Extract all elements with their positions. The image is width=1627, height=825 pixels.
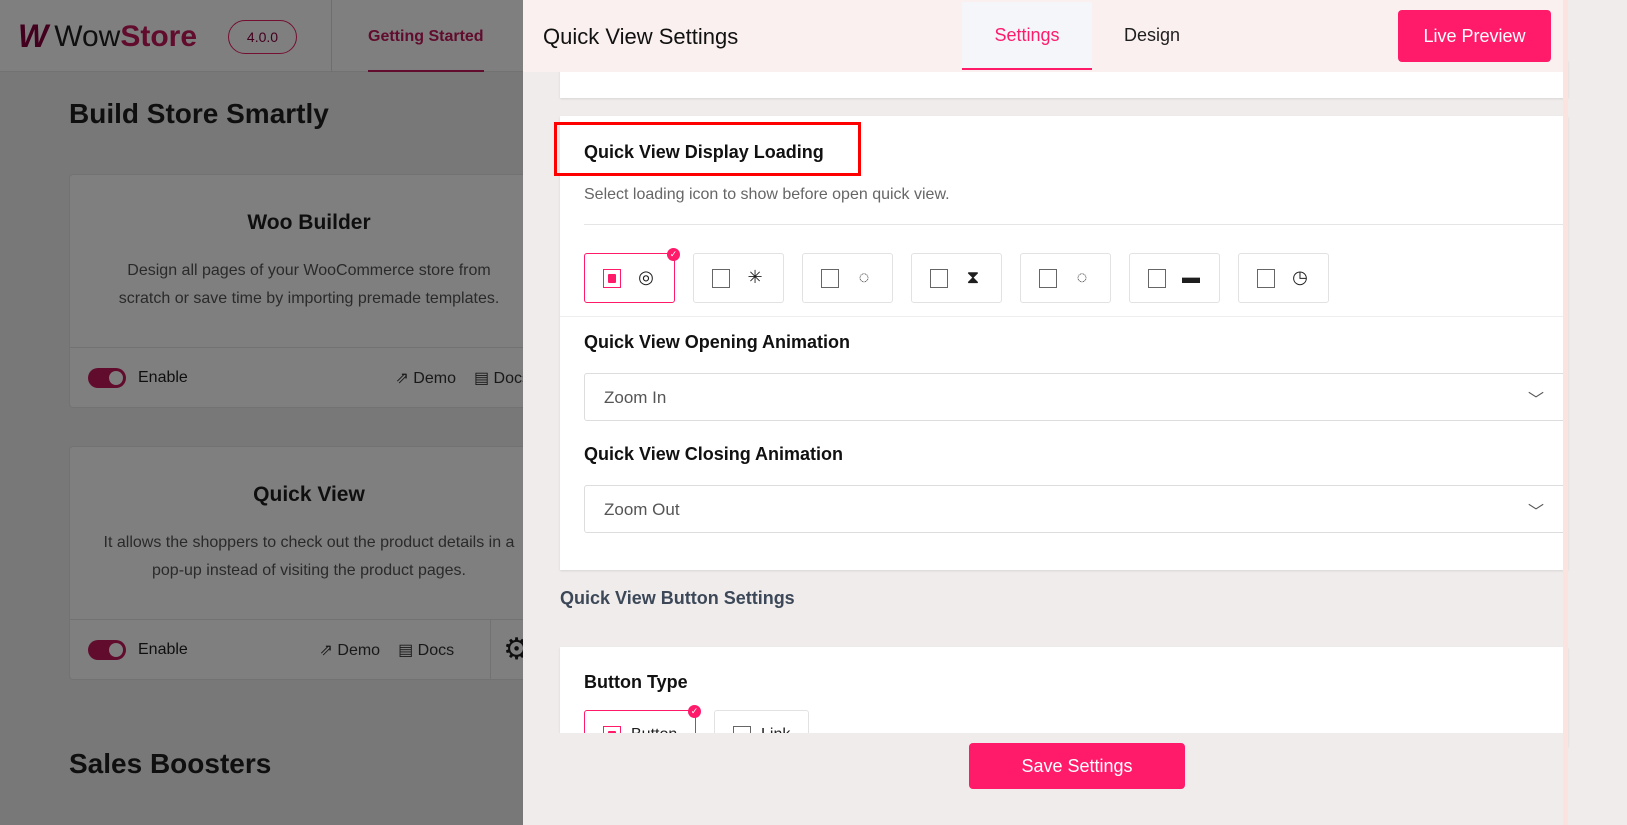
- chevron-down-icon: ﹀: [1527, 504, 1544, 521]
- radio-box: [1039, 269, 1057, 288]
- loading-option-loader-2[interactable]: ✳: [693, 253, 784, 303]
- radio-box: [930, 269, 948, 288]
- tab-design[interactable]: Design: [1092, 2, 1212, 70]
- panel-title: Quick View Settings: [543, 24, 739, 49]
- chevron-down-icon: ﹀: [1527, 392, 1544, 409]
- button-type-label: Button Type: [584, 672, 688, 692]
- display-loading-label: Quick View Display Loading: [584, 142, 824, 162]
- panel-header: Quick View Settings Settings Design Live…: [523, 0, 1568, 72]
- clock-icon: ◷: [1292, 267, 1308, 287]
- loader-1-icon: ◎: [638, 267, 654, 287]
- loading-option-loader-3[interactable]: ◌: [802, 253, 893, 303]
- modal-backdrop[interactable]: [0, 0, 523, 825]
- button-settings-heading: Quick View Button Settings: [560, 588, 795, 608]
- loading-option-loader-1[interactable]: ◎ ✓: [584, 248, 680, 303]
- panel-footer: Save Settings: [523, 733, 1563, 825]
- bar-loader-icon: ▬: [1182, 267, 1200, 287]
- radio-box: [603, 269, 621, 288]
- live-preview-button[interactable]: Live Preview: [1398, 10, 1551, 62]
- tab-settings[interactable]: Settings: [962, 2, 1092, 70]
- opening-animation-label: Quick View Opening Animation: [584, 332, 851, 352]
- opening-animation-select[interactable]: Zoom In ﹀: [584, 373, 1567, 421]
- button-type-card: Button Type Button✓ Link: [560, 647, 1568, 760]
- loading-option-hourglass[interactable]: ⧗: [911, 253, 1002, 303]
- scrollbar[interactable]: [1563, 0, 1568, 825]
- check-icon: ✓: [667, 248, 680, 261]
- radio-box: [1257, 269, 1275, 288]
- loading-option-loader-5[interactable]: ◌: [1020, 253, 1111, 303]
- radio-box: [1148, 269, 1166, 288]
- radio-box: [712, 269, 730, 288]
- closing-animation-select[interactable]: Zoom Out ﹀: [584, 485, 1567, 533]
- radio-box: [821, 269, 839, 288]
- loading-option-bar-loader[interactable]: ▬: [1129, 253, 1220, 303]
- check-icon: ✓: [688, 705, 701, 718]
- loading-settings-card: Quick View Display Loading Select loadin…: [554, 116, 1568, 570]
- closing-animation-label: Quick View Closing Animation: [584, 444, 844, 464]
- quick-view-settings-panel: Quick View Display Loading Select loadin…: [523, 0, 1627, 825]
- save-settings-button[interactable]: Save Settings: [969, 743, 1185, 789]
- loader-2-icon: ✳: [747, 267, 763, 287]
- hourglass-icon: ⧗: [966, 267, 980, 287]
- loading-option-clock[interactable]: ◷: [1238, 253, 1329, 303]
- loader-5-icon: ◌: [1076, 267, 1088, 287]
- display-loading-description: Select loading icon to show before open …: [584, 186, 950, 203]
- loader-3-icon: ◌: [858, 267, 870, 287]
